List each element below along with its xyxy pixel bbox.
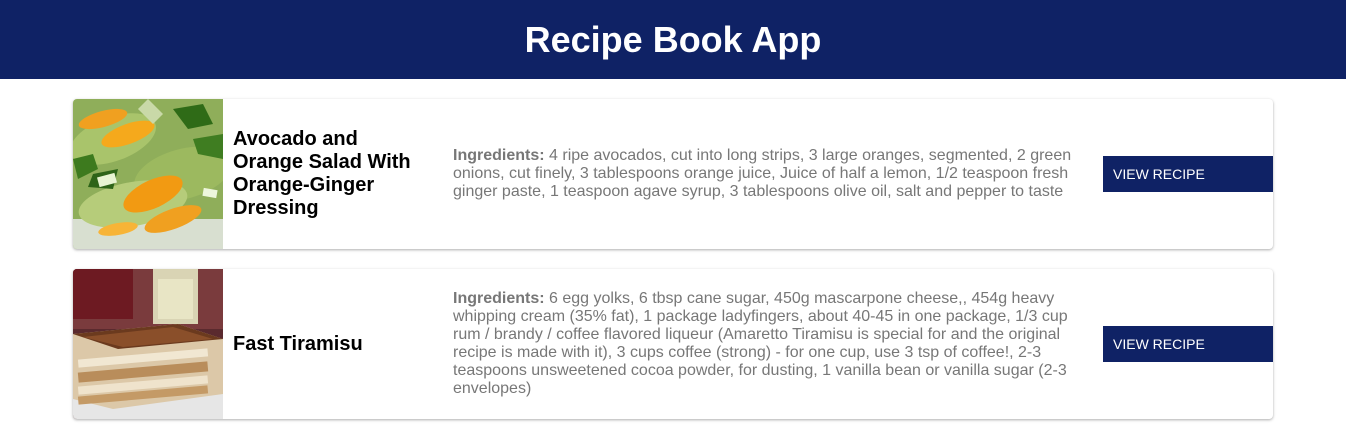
app-header: Recipe Book App: [0, 0, 1346, 79]
recipe-ingredients: Ingredients: 4 ripe avocados, cut into l…: [443, 147, 1103, 201]
recipe-title: Avocado and Orange Salad With Orange-Gin…: [233, 128, 411, 219]
recipe-card: Avocado and Orange Salad With Orange-Gin…: [73, 99, 1273, 249]
recipe-title: Fast Tiramisu: [233, 332, 363, 355]
view-recipe-button[interactable]: VIEW RECIPE: [1103, 156, 1273, 192]
recipe-ingredients: Ingredients: 6 egg yolks, 6 tbsp cane su…: [443, 290, 1103, 398]
recipe-image: [73, 99, 223, 249]
ingredients-label: Ingredients:: [453, 290, 550, 307]
recipe-image: [73, 269, 223, 419]
page-title: Recipe Book App: [524, 18, 822, 60]
view-recipe-button[interactable]: VIEW RECIPE: [1103, 326, 1273, 362]
ingredients-label: Ingredients:: [453, 147, 550, 164]
tiramisu-image: [73, 269, 223, 419]
recipe-card: Fast Tiramisu Ingredients: 6 egg yolks, …: [73, 269, 1273, 419]
avocado-salad-image: [73, 99, 223, 249]
